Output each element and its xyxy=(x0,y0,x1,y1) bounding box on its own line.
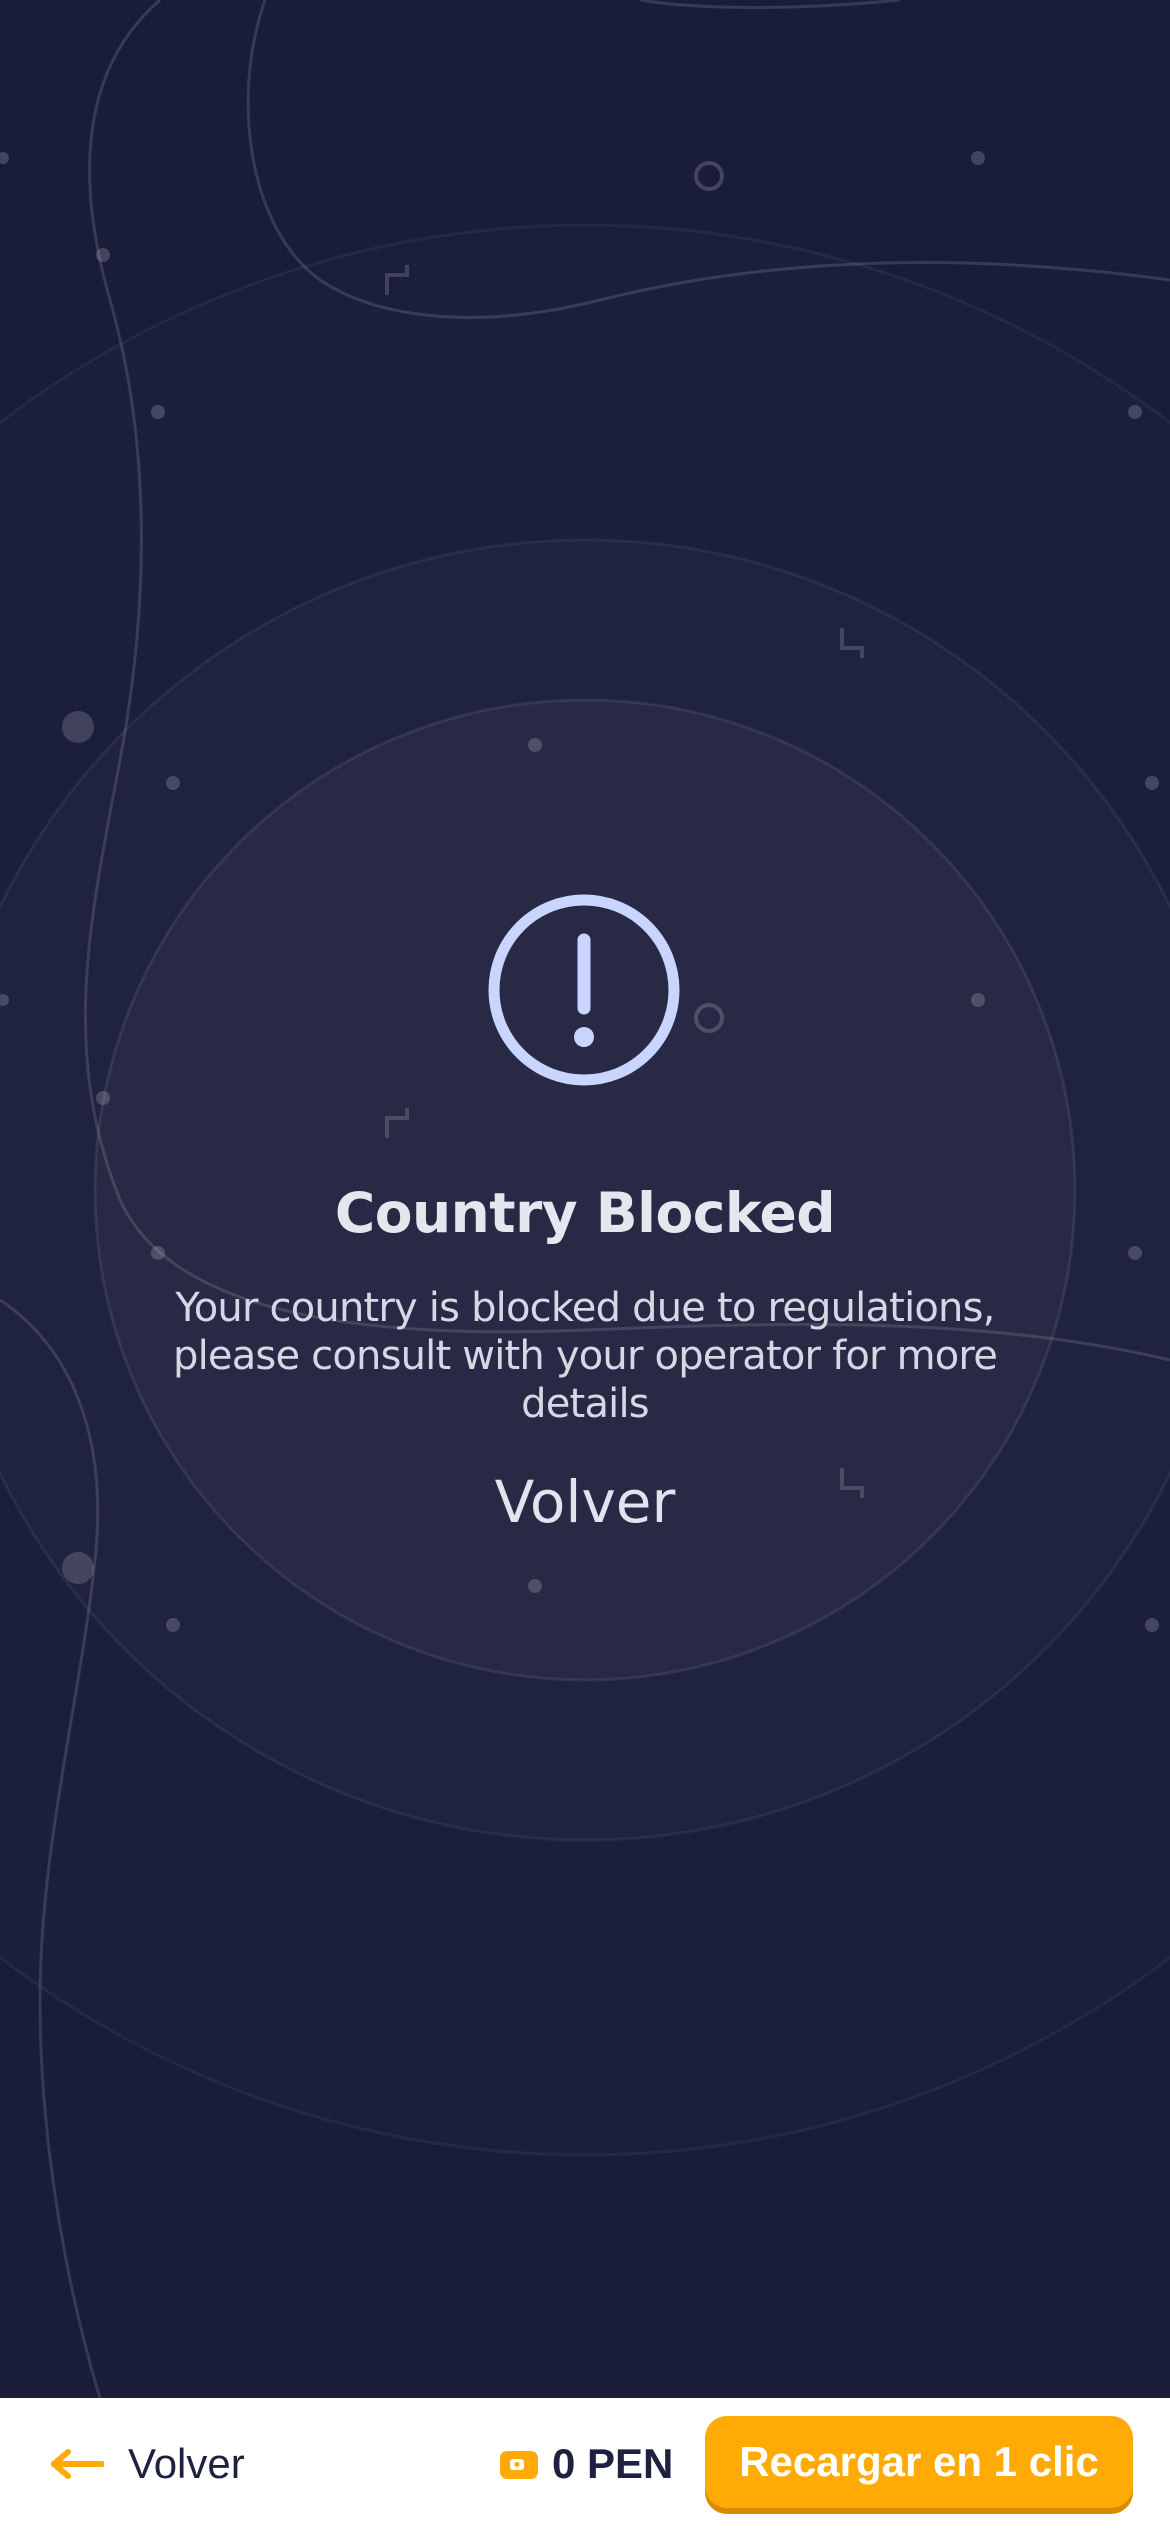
dialog-message: Your country is blocked due to regulatio… xyxy=(172,1285,998,1427)
volver-button[interactable]: Volver xyxy=(435,1462,735,1542)
country-blocked-screen: Country Blocked Your country is blocked … xyxy=(0,0,1170,2532)
dialog-title: Country Blocked xyxy=(334,1181,836,1245)
back-link[interactable]: Volver xyxy=(50,2432,245,2496)
recharge-button[interactable]: Recargar en 1 clic xyxy=(705,2416,1133,2508)
wallet-icon xyxy=(500,2451,538,2479)
exclamation-circle-icon xyxy=(488,894,680,1086)
balance-display: 0 PEN xyxy=(498,2432,673,2496)
bottom-bar: Volver 0 PEN Recargar en 1 clic xyxy=(0,2398,1170,2532)
back-link-label: Volver xyxy=(128,2440,245,2487)
balance-amount: 0 PEN xyxy=(552,2440,674,2487)
arrow-left-icon xyxy=(51,2449,104,2479)
